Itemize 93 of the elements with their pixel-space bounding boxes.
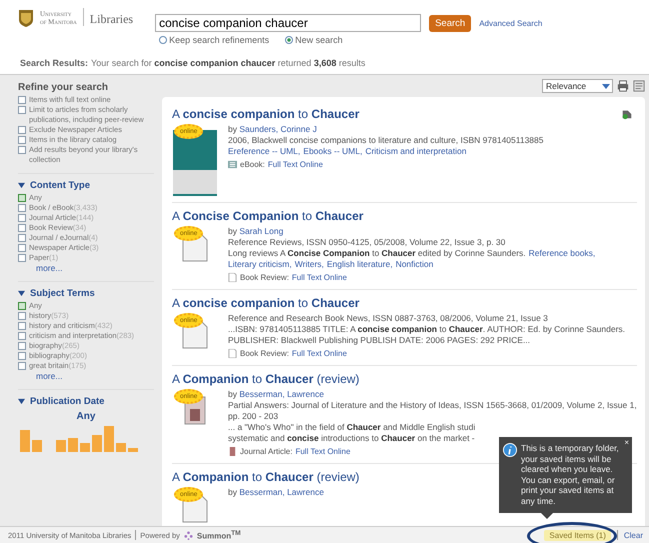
publication-info: Reference and Research Book News, ISSN 0887-3763, 08/2006, Volume 21, Issue 3 bbox=[228, 313, 549, 324]
dots-logo-icon bbox=[184, 530, 193, 540]
refine-heading: Refine your search bbox=[18, 82, 110, 93]
book-cover-picture[interactable] bbox=[173, 130, 217, 196]
checkbox[interactable] bbox=[18, 204, 26, 212]
author-link[interactable]: Besserman, Lawrence bbox=[239, 389, 324, 399]
full-text-link[interactable]: Full Text Online bbox=[268, 159, 323, 170]
checkbox[interactable] bbox=[18, 352, 26, 360]
summon-logo-text: Summon$^{TM}$ bbox=[196, 530, 241, 540]
expand-triangle-icon[interactable] bbox=[18, 290, 25, 297]
sort-dropdown[interactable]: Relevance bbox=[542, 79, 613, 93]
crest-icon bbox=[18, 8, 34, 28]
page-icon[interactable] bbox=[633, 80, 645, 92]
radio-button[interactable] bbox=[285, 36, 294, 44]
checkbox[interactable] bbox=[18, 254, 26, 262]
format-label: Book Review: bbox=[240, 348, 289, 359]
author-link[interactable]: Besserman, Lawrence bbox=[239, 487, 324, 497]
subject-link[interactable]: Literary criticism, bbox=[228, 259, 292, 270]
radio-button[interactable] bbox=[159, 36, 168, 44]
subject-link[interactable]: English literature, bbox=[326, 259, 393, 270]
full-text-link[interactable]: Full Text Online bbox=[292, 272, 347, 283]
checkbox[interactable] bbox=[18, 362, 26, 370]
date-range-value: Any bbox=[76, 410, 96, 424]
facet-heading[interactable]: Subject Terms bbox=[30, 288, 95, 299]
expand-triangle-icon[interactable] bbox=[18, 398, 25, 405]
author-prefix: by bbox=[228, 487, 237, 497]
result-snippet: systematic and concise introductions to Chaucer on the market - bbox=[228, 433, 475, 444]
journal-icon bbox=[228, 447, 237, 456]
checkbox[interactable] bbox=[18, 234, 26, 242]
expand-triangle-icon[interactable] bbox=[18, 182, 25, 189]
checkbox[interactable] bbox=[18, 224, 26, 232]
subject-link[interactable]: Nonfiction bbox=[396, 259, 434, 270]
result-title-link[interactable]: A Concise Companion to Chaucer bbox=[172, 209, 364, 223]
tooltip-text: This is a temporary folder, your saved items will be cleared when you leave. You can export, email, or print your saved items at any time. bbox=[521, 443, 620, 507]
results-label: Search Results: bbox=[20, 58, 88, 68]
more-link[interactable]: more... bbox=[18, 263, 62, 273]
checkbox[interactable] bbox=[18, 146, 26, 154]
search-button[interactable]: Search bbox=[429, 14, 472, 32]
radio-label: Keep search refinements bbox=[169, 35, 270, 45]
page-icon bbox=[228, 349, 237, 358]
checkbox[interactable] bbox=[18, 342, 26, 350]
result-snippet: ...ISBN: 9781405113885 TITLE: A concise companion to Chaucer. AUTHOR: Ed. by Corinne Saunders. PUBLISHER: Blackwell Publishing PUBLISH DATE: 2006 PAGES: 292 PRICE... bbox=[228, 324, 626, 346]
checkbox[interactable] bbox=[18, 126, 26, 134]
format-label: Journal Article: bbox=[240, 446, 292, 457]
saved-items-button[interactable]: Saved Items (1) bbox=[544, 530, 611, 540]
search-field[interactable]: concise companion chaucer bbox=[155, 14, 422, 32]
author-prefix: by bbox=[228, 226, 237, 236]
result-title-link[interactable]: A Companion to Chaucer (review) bbox=[172, 470, 360, 484]
subject-link[interactable]: Ereference -- UML, bbox=[228, 146, 300, 157]
author-prefix: by bbox=[228, 389, 237, 399]
publication-info: Reference Reviews, ISSN 0950-4125, 05/2008, Volume 22, Issue 3, p. 30 bbox=[228, 237, 506, 248]
format-label: eBook: bbox=[240, 159, 265, 170]
subject-link[interactable]: Reference books, bbox=[528, 248, 596, 259]
checkbox[interactable] bbox=[18, 106, 26, 114]
print-icon[interactable] bbox=[617, 80, 629, 92]
format-label: Book Review: bbox=[240, 272, 289, 283]
advanced-search-link[interactable]: Advanced Search bbox=[479, 18, 542, 28]
subject-link[interactable]: Writers, bbox=[294, 259, 324, 270]
subject-link[interactable]: Ebooks -- UML, bbox=[303, 146, 362, 157]
page-icon bbox=[228, 273, 237, 282]
result-snippet: Long reviews A Concise Companion to Chaucer edited by Corinne Saunders. bbox=[228, 248, 526, 259]
more-link[interactable]: more... bbox=[18, 371, 62, 381]
results-summary: Your search for concise companion chaucer returned 3,608 results bbox=[91, 58, 366, 68]
result-title-link[interactable]: A concise companion to Chaucer bbox=[172, 296, 360, 310]
publication-info: 2006, Blackwell concise companions to literature and culture, ISBN 9781405113885 bbox=[228, 135, 544, 146]
caret-icon bbox=[602, 82, 610, 90]
result-title-link[interactable]: A Companion to Chaucer (review) bbox=[172, 372, 360, 386]
radio-label: New search bbox=[295, 35, 343, 45]
close-button[interactable]: × bbox=[624, 438, 629, 449]
checkbox[interactable] bbox=[18, 332, 26, 340]
author-link[interactable]: Sarah Long bbox=[239, 226, 284, 236]
facet-heading[interactable]: Publication Date bbox=[30, 396, 104, 407]
author-link[interactable]: Saunders, Corinne J bbox=[239, 124, 317, 134]
facet-heading[interactable]: Content Type bbox=[30, 180, 90, 191]
subject-link[interactable]: Criticism and interpretation bbox=[365, 146, 466, 157]
checkbox[interactable] bbox=[18, 244, 26, 252]
info-icon bbox=[503, 443, 517, 457]
checkbox[interactable] bbox=[18, 322, 26, 330]
saved-folder-icon[interactable] bbox=[621, 108, 633, 120]
checkbox[interactable] bbox=[18, 136, 26, 144]
checkbox[interactable] bbox=[18, 194, 26, 202]
clear-link[interactable]: Clear bbox=[624, 530, 643, 540]
result-snippet: ... a "Who's Who" in the field of Chaucer and Middle English studi bbox=[228, 422, 476, 433]
checkbox[interactable] bbox=[18, 214, 26, 222]
author-prefix: by bbox=[228, 124, 237, 134]
checkbox[interactable] bbox=[18, 312, 26, 320]
full-text-link[interactable]: Full Text Online bbox=[292, 348, 347, 359]
checkbox[interactable] bbox=[18, 96, 26, 104]
checkbox[interactable] bbox=[18, 302, 26, 310]
result-title-link[interactable]: A concise companion to Chaucer bbox=[172, 107, 360, 121]
logo-libraries: Libraries bbox=[90, 11, 134, 27]
full-text-link[interactable]: Full Text Online bbox=[295, 446, 350, 457]
ebook-icon bbox=[228, 160, 237, 169]
